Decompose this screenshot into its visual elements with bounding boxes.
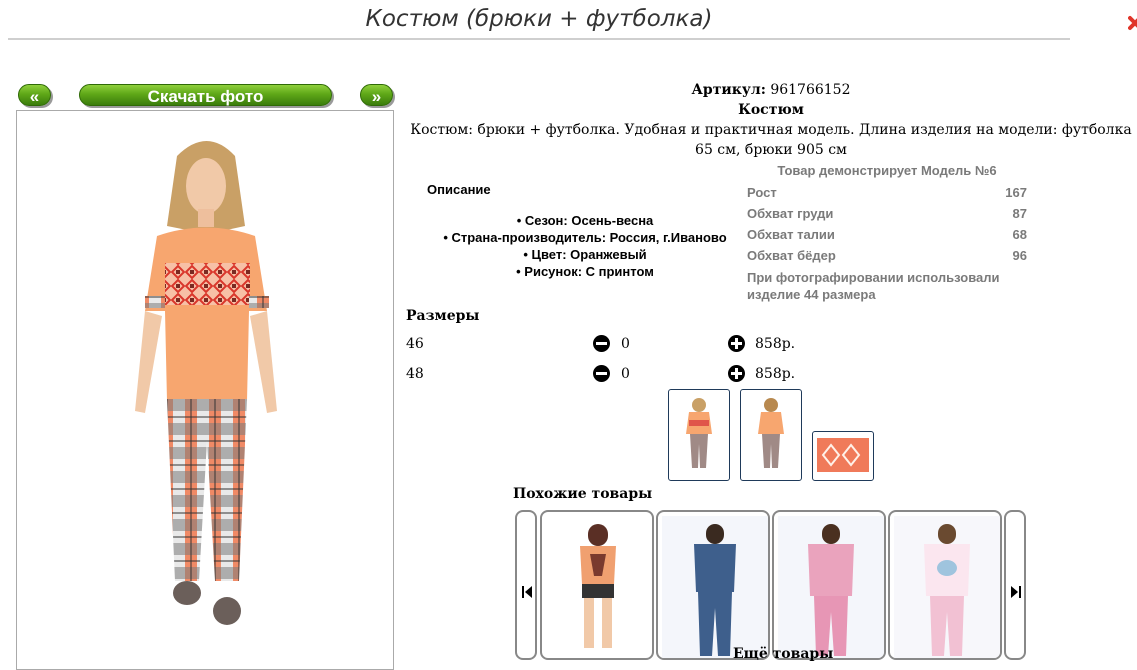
photo-thumbnail[interactable]	[812, 431, 874, 481]
next-photo-button[interactable]: »	[360, 84, 393, 106]
price-value: 858р.	[755, 366, 796, 382]
model-row-value: 96	[1012, 248, 1027, 263]
size-row: 46 0 858р.	[406, 334, 806, 354]
prev-photo-button[interactable]: «	[18, 84, 51, 106]
property-item: Страна-производитель: Россия, г.Иваново	[425, 229, 745, 246]
title-divider	[8, 38, 1070, 40]
similar-product-card[interactable]	[772, 510, 886, 660]
property-item: Сезон: Осень-весна	[425, 212, 745, 229]
minus-icon[interactable]	[593, 335, 610, 352]
page-title: Костюм (брюки + футболка)	[365, 6, 713, 32]
quantity-value: 0	[621, 336, 630, 352]
carousel-next-button[interactable]	[1004, 510, 1026, 660]
model-note: При фотографировании использовали издели…	[747, 270, 1000, 302]
model-row: Обхват груди 87	[747, 203, 1027, 224]
size-row: 48 0 858р.	[406, 364, 806, 384]
article-label: Артикул:	[691, 82, 766, 98]
skip-back-icon	[521, 584, 533, 603]
product-description: Костюм: брюки + футболка. Удобная и прак…	[410, 122, 1132, 158]
quantity-value: 0	[621, 366, 630, 382]
photo-thumbnail[interactable]	[668, 389, 730, 481]
properties-heading: Описание	[427, 182, 491, 197]
plus-icon[interactable]	[728, 365, 745, 382]
properties-list: Сезон: Осень-весна Страна-производитель:…	[425, 212, 745, 280]
article-line: Артикул: 961766152 Костюм	[406, 80, 1136, 120]
model-row-label: Рост	[747, 185, 777, 200]
more-products-heading: Ещё товары	[733, 646, 834, 662]
size-value: 48	[406, 366, 424, 382]
download-photo-button[interactable]: Скачать фото	[79, 84, 332, 106]
skip-forward-icon	[1010, 584, 1022, 603]
model-row-value: 87	[1012, 206, 1027, 221]
carousel-prev-button[interactable]	[515, 510, 537, 660]
model-row: Рост 167	[747, 182, 1027, 203]
model-row-label: Обхват талии	[747, 227, 835, 242]
price-value: 858р.	[755, 336, 796, 352]
minus-icon[interactable]	[593, 365, 610, 382]
plus-icon[interactable]	[728, 335, 745, 352]
sizes-heading: Размеры	[406, 308, 480, 324]
property-item: Цвет: Оранжевый	[425, 246, 745, 263]
model-row-label: Обхват бёдер	[747, 248, 836, 263]
similar-product-card[interactable]	[540, 510, 654, 660]
model-info: Товар демонстрирует Модель №6 Рост 167 О…	[747, 161, 1027, 303]
model-row-value: 68	[1012, 227, 1027, 242]
similar-product-card[interactable]	[888, 510, 1002, 660]
photo-thumbnail[interactable]	[740, 389, 802, 481]
property-item: Рисунок: С принтом	[425, 263, 745, 280]
size-value: 46	[406, 336, 424, 352]
article-value: 961766152	[770, 82, 851, 98]
main-product-photo[interactable]	[16, 110, 394, 670]
model-heading: Товар демонстрирует Модель №6	[777, 163, 997, 178]
similar-product-card[interactable]	[656, 510, 770, 660]
close-icon[interactable]	[1128, 12, 1137, 36]
product-name: Костюм	[738, 102, 804, 118]
model-row-value: 167	[1005, 185, 1027, 200]
model-row: Обхват талии 68	[747, 224, 1027, 245]
model-row: Обхват бёдер 96	[747, 245, 1027, 266]
model-row-label: Обхват груди	[747, 206, 834, 221]
similar-products-heading: Похожие товары	[513, 486, 653, 502]
